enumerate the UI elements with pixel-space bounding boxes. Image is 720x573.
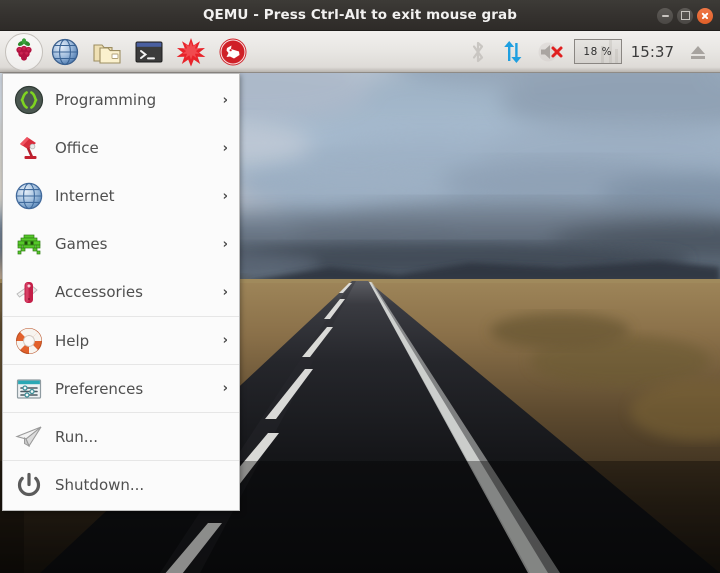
chevron-right-icon: › — [222, 140, 228, 156]
office-icon — [12, 131, 46, 165]
taskbar: 18 % 15:37 — [0, 31, 720, 73]
menu-item-label: Help — [55, 331, 90, 350]
run-icon — [12, 420, 46, 454]
close-button[interactable] — [697, 7, 713, 24]
terminal-icon[interactable] — [129, 33, 169, 71]
raspberry-menu-icon[interactable] — [5, 32, 43, 71]
menu-item-label: Accessories — [55, 283, 143, 301]
file-manager-icon[interactable] — [87, 33, 127, 71]
maximize-button[interactable] — [677, 7, 693, 24]
menu-item-label: Games — [55, 235, 108, 253]
taskbar-launchers — [0, 32, 253, 71]
wolfram-icon[interactable] — [213, 33, 253, 71]
volume-muted-icon[interactable] — [532, 33, 570, 71]
cpu-monitor[interactable]: 18 % — [573, 39, 622, 64]
bluetooth-icon[interactable] — [462, 33, 494, 71]
chevron-right-icon: › — [222, 284, 228, 300]
menu-item-help[interactable]: Help › — [3, 316, 239, 364]
chevron-right-icon: › — [222, 236, 228, 252]
menu-item-shutdown[interactable]: Shutdown... — [3, 460, 239, 508]
programming-icon — [12, 83, 46, 117]
menu-item-label: Preferences — [55, 379, 144, 398]
games-icon — [12, 227, 46, 261]
chevron-right-icon: › — [222, 333, 228, 348]
eject-icon[interactable] — [681, 33, 715, 71]
menu-item-internet[interactable]: Internet › — [3, 172, 239, 220]
shutdown-icon — [12, 468, 46, 502]
menu-item-label: Internet — [55, 187, 115, 205]
menu-item-label: Run... — [55, 427, 99, 446]
menu-item-label: Shutdown... — [55, 475, 145, 494]
qemu-window: QEMU - Press Ctrl-Alt to exit mouse grab — [0, 0, 720, 573]
start-menu: Programming › Office › Internet › Games … — [2, 73, 240, 511]
web-browser-icon[interactable] — [45, 33, 85, 71]
menu-item-preferences[interactable]: Preferences › — [3, 364, 239, 412]
menu-item-office[interactable]: Office › — [3, 124, 239, 172]
clock[interactable]: 15:37 — [626, 43, 681, 61]
chevron-right-icon: › — [222, 92, 228, 108]
menu-item-games[interactable]: Games › — [3, 220, 239, 268]
chevron-right-icon: › — [222, 188, 228, 204]
menu-item-run[interactable]: Run... — [3, 412, 239, 460]
mathematica-icon[interactable] — [171, 33, 211, 71]
window-title: QEMU - Press Ctrl-Alt to exit mouse grab — [202, 7, 518, 23]
menu-item-label: Programming — [55, 91, 157, 109]
menu-item-label: Office — [55, 139, 99, 157]
menu-item-accessories[interactable]: Accessories › — [3, 268, 239, 316]
window-titlebar: QEMU - Press Ctrl-Alt to exit mouse grab — [0, 0, 720, 31]
chevron-right-icon: › — [222, 381, 228, 396]
minimize-button[interactable] — [657, 7, 673, 24]
network-icon[interactable] — [494, 33, 532, 71]
cpu-monitor-label: 18 % — [583, 45, 613, 58]
system-tray: 18 % 15:37 — [462, 33, 720, 71]
internet-icon — [12, 179, 46, 213]
preferences-icon — [12, 372, 46, 406]
window-controls — [657, 0, 713, 31]
help-icon — [12, 324, 46, 358]
accessories-icon — [12, 275, 46, 309]
menu-item-programming[interactable]: Programming › — [3, 76, 239, 124]
